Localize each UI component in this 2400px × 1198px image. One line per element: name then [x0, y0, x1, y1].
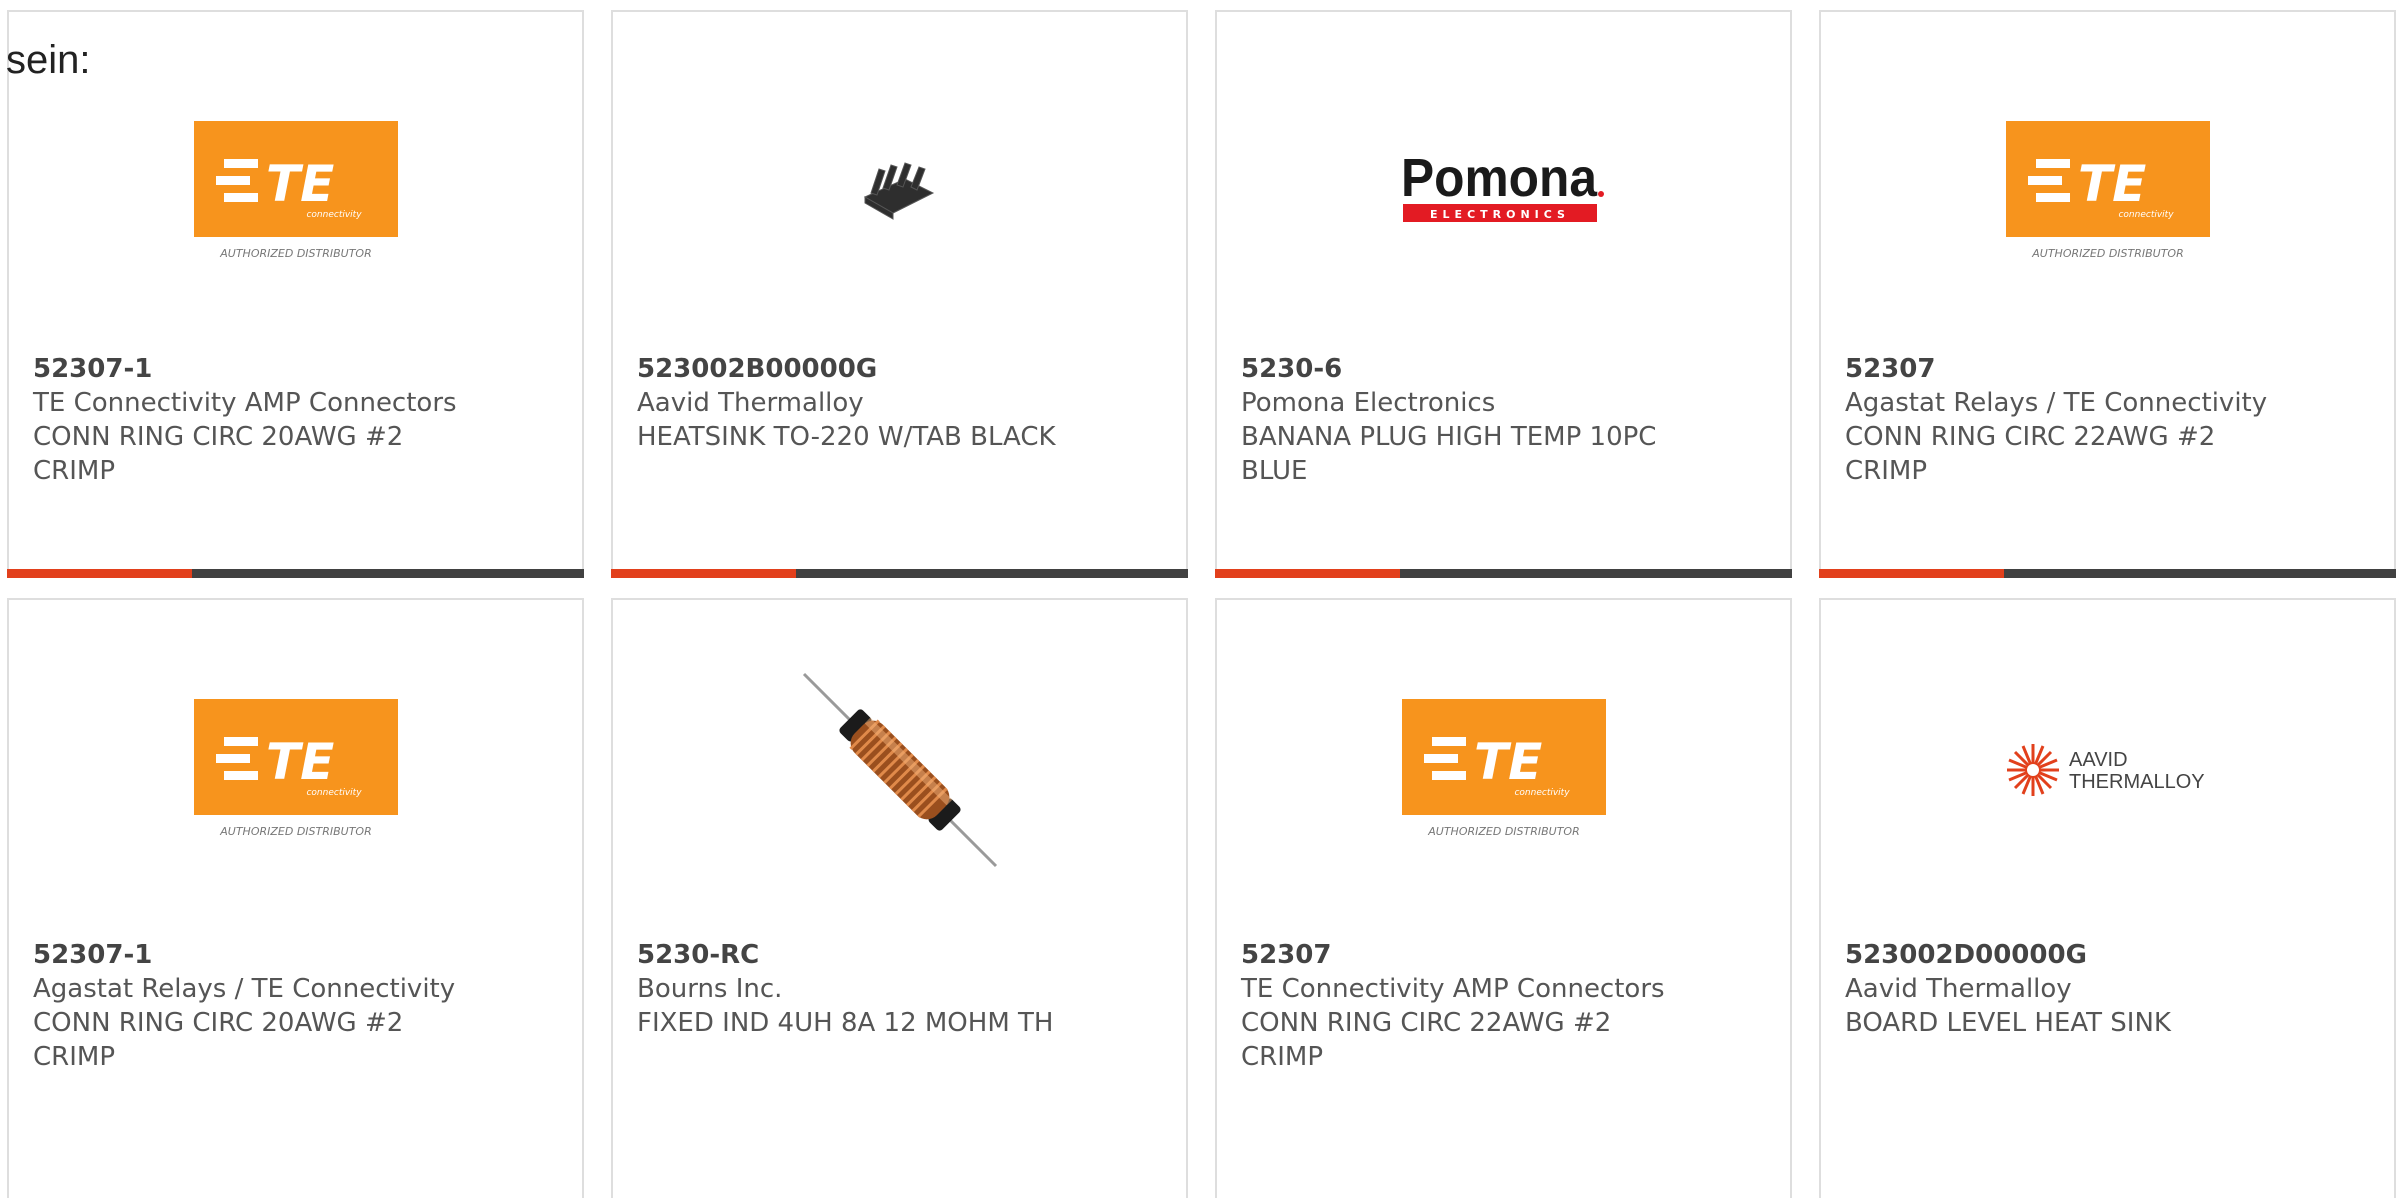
- product-info: 52307 Agastat Relays / TE Connectivity C…: [1845, 352, 2370, 488]
- te-connectivity-logo: TE connectivity AUTHORIZED DISTRIBUTOR: [1384, 670, 1624, 870]
- card-accent-bar: [7, 569, 584, 578]
- manufacturer: TE Connectivity AMP Connectors: [33, 388, 457, 418]
- svg-text:AUTHORIZED DISTRIBUTOR: AUTHORIZED DISTRIBUTOR: [1427, 825, 1580, 838]
- heatsink-photo: [780, 102, 1020, 282]
- product-grid: TE connectivity AUTHORIZED DISTRIBUTOR 5…: [0, 0, 2400, 1198]
- manufacturer: Aavid Thermalloy: [1845, 974, 2072, 1004]
- product-card[interactable]: TE connectivity AUTHORIZED DISTRIBUTOR 5…: [1215, 598, 1792, 1198]
- description: CONN RING CIRC 22AWG #2 CRIMP: [1845, 422, 2216, 486]
- manufacturer: TE Connectivity AMP Connectors: [1241, 974, 1665, 1004]
- description: CONN RING CIRC 20AWG #2 CRIMP: [33, 1008, 404, 1072]
- product-info: 52307 TE Connectivity AMP Connectors CON…: [1241, 938, 1766, 1074]
- manufacturer: Agastat Relays / TE Connectivity: [1845, 388, 2268, 418]
- svg-text:TE: TE: [1474, 733, 1542, 791]
- svg-text:ELECTRONICS: ELECTRONICS: [1430, 208, 1570, 221]
- te-connectivity-logo: TE connectivity AUTHORIZED DISTRIBUTOR: [176, 102, 416, 282]
- part-number[interactable]: 52307: [1241, 938, 1766, 972]
- prefix-text: sein:: [6, 38, 91, 82]
- part-number[interactable]: 52307-1: [33, 352, 558, 386]
- product-info: 523002B00000G Aavid Thermalloy HEATSINK …: [637, 352, 1162, 454]
- product-info: 5230-RC Bourns Inc. FIXED IND 4UH 8A 12 …: [637, 938, 1162, 1040]
- product-card[interactable]: 523002B00000G Aavid Thermalloy HEATSINK …: [611, 10, 1188, 578]
- card-accent-bar: [1215, 569, 1792, 578]
- svg-text:connectivity: connectivity: [1514, 788, 1570, 798]
- product-info: 52307-1 Agastat Relays / TE Connectivity…: [33, 938, 558, 1074]
- part-number[interactable]: 523002B00000G: [637, 352, 1162, 386]
- svg-text:AUTHORIZED DISTRIBUTOR: AUTHORIZED DISTRIBUTOR: [2031, 247, 2184, 260]
- pomona-logo: Pomona ELECTRONICS: [1384, 102, 1624, 282]
- product-card[interactable]: Pomona ELECTRONICS 5230-6 Pomona Electro…: [1215, 10, 1792, 578]
- card-accent-bar: [611, 569, 1188, 578]
- product-info: 5230-6 Pomona Electronics BANANA PLUG HI…: [1241, 352, 1766, 488]
- card-accent-bar: [1819, 569, 2396, 578]
- description: CONN RING CIRC 20AWG #2 CRIMP: [33, 422, 404, 486]
- svg-text:AAVID: AAVID: [2069, 749, 2128, 771]
- description: BOARD LEVEL HEAT SINK: [1845, 1008, 2171, 1038]
- product-card[interactable]: TE connectivity AUTHORIZED DISTRIBUTOR 5…: [1819, 10, 2396, 578]
- part-number[interactable]: 52307-1: [33, 938, 558, 972]
- product-info: 52307-1 TE Connectivity AMP Connectors C…: [33, 352, 558, 488]
- svg-text:connectivity: connectivity: [306, 788, 362, 798]
- product-card[interactable]: TE connectivity AUTHORIZED DISTRIBUTOR 5…: [7, 10, 584, 578]
- te-connectivity-logo: TE connectivity AUTHORIZED DISTRIBUTOR: [176, 670, 416, 870]
- svg-text:TE: TE: [2078, 155, 2146, 213]
- description: FIXED IND 4UH 8A 12 MOHM TH: [637, 1008, 1054, 1038]
- manufacturer: Agastat Relays / TE Connectivity: [33, 974, 456, 1004]
- manufacturer: Aavid Thermalloy: [637, 388, 864, 418]
- part-number[interactable]: 523002D00000G: [1845, 938, 2370, 972]
- product-card[interactable]: AAVID THERMALLOY 523002D00000G Aavid The…: [1819, 598, 2396, 1198]
- part-number[interactable]: 5230-6: [1241, 352, 1766, 386]
- svg-text:AUTHORIZED DISTRIBUTOR: AUTHORIZED DISTRIBUTOR: [219, 825, 372, 838]
- svg-text:TE: TE: [266, 733, 334, 791]
- te-connectivity-logo: TE connectivity AUTHORIZED DISTRIBUTOR: [1988, 102, 2228, 282]
- description: BANANA PLUG HIGH TEMP 10PC BLUE: [1241, 422, 1657, 486]
- product-card[interactable]: TE connectivity AUTHORIZED DISTRIBUTOR 5…: [7, 598, 584, 1198]
- product-card[interactable]: 5230-RC Bourns Inc. FIXED IND 4UH 8A 12 …: [611, 598, 1188, 1198]
- aavid-thermalloy-logo: AAVID THERMALLOY: [1988, 670, 2228, 870]
- manufacturer: Bourns Inc.: [637, 974, 783, 1004]
- svg-text:AUTHORIZED DISTRIBUTOR: AUTHORIZED DISTRIBUTOR: [219, 247, 372, 260]
- product-info: 523002D00000G Aavid Thermalloy BOARD LEV…: [1845, 938, 2370, 1040]
- svg-text:TE: TE: [266, 155, 334, 213]
- svg-text:Pomona: Pomona: [1401, 152, 1598, 208]
- svg-text:THERMALLOY: THERMALLOY: [2069, 771, 2205, 793]
- svg-text:connectivity: connectivity: [306, 210, 362, 220]
- description: HEATSINK TO-220 W/TAB BLACK: [637, 422, 1056, 452]
- svg-text:connectivity: connectivity: [2118, 210, 2174, 220]
- description: CONN RING CIRC 22AWG #2 CRIMP: [1241, 1008, 1612, 1072]
- part-number[interactable]: 52307: [1845, 352, 2370, 386]
- inductor-photo: [780, 670, 1020, 870]
- manufacturer: Pomona Electronics: [1241, 388, 1496, 418]
- part-number[interactable]: 5230-RC: [637, 938, 1162, 972]
